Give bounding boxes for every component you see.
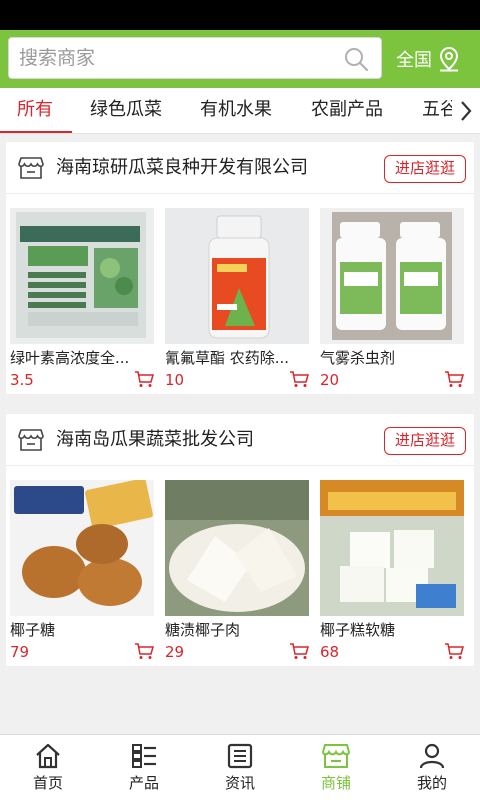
list-icon — [132, 744, 156, 768]
cart-icon[interactable] — [134, 370, 154, 388]
product-image[interactable] — [165, 208, 309, 344]
cart-icon[interactable] — [134, 642, 154, 660]
user-icon — [419, 743, 445, 769]
cart-icon[interactable] — [444, 370, 464, 388]
product-image[interactable] — [10, 480, 154, 616]
nav-profile[interactable]: 我的 — [384, 735, 480, 800]
shop-header: 海南岛瓜果蔬菜批发公司 进店逛逛 — [6, 414, 474, 466]
region-label: 全国 — [396, 50, 432, 71]
shop-card: 海南岛瓜果蔬菜批发公司 进店逛逛 椰子糖 79 糖渍椰子肉 29 椰子糕软糖 6… — [6, 414, 474, 666]
shop-card: 海南琼研瓜菜良种开发有限公司 进店逛逛 绿叶素高浓度全... 3.5 氰氟草酯 … — [6, 142, 474, 394]
top-bar: 全国 — [0, 30, 480, 88]
product-name: 绿叶素高浓度全... — [10, 349, 130, 367]
product-name: 椰子糖 — [10, 621, 56, 639]
bottom-nav: 首页 产品 资讯 商铺 我的 — [0, 734, 480, 800]
tab-green-vegetables[interactable]: 绿色瓜菜 — [90, 88, 162, 133]
search-input[interactable] — [19, 38, 319, 78]
nav-profile-label: 我的 — [416, 774, 447, 792]
shop-name[interactable]: 海南岛瓜果蔬菜批发公司 — [56, 414, 254, 466]
shop-header: 海南琼研瓜菜良种开发有限公司 进店逛逛 — [6, 142, 474, 194]
product-card[interactable]: 椰子糕软糖 68 — [320, 480, 466, 662]
chevron-right-icon — [461, 101, 472, 121]
product-card[interactable]: 糖渍椰子肉 29 — [165, 480, 311, 662]
store-icon — [18, 157, 44, 179]
nav-stores[interactable]: 商铺 — [288, 735, 384, 800]
tab-all[interactable]: 所有 — [17, 88, 53, 133]
active-tab-indicator — [0, 131, 72, 133]
product-row: 椰子糖 79 糖渍椰子肉 29 椰子糕软糖 68 — [6, 466, 474, 666]
product-card[interactable]: 椰子糖 79 — [10, 480, 156, 662]
search-box[interactable] — [8, 37, 382, 79]
visit-shop-button[interactable]: 进店逛逛 — [384, 155, 466, 183]
region-selector[interactable]: 全国 — [396, 42, 460, 76]
nav-home-label: 首页 — [32, 774, 63, 792]
nav-stores-label: 商铺 — [320, 774, 351, 792]
nav-news[interactable]: 资讯 — [192, 735, 288, 800]
product-row: 绿叶素高浓度全... 3.5 氰氟草酯 农药除... 10 气雾杀虫剂 20 — [6, 194, 474, 394]
search-icon[interactable] — [343, 46, 369, 72]
product-card[interactable]: 绿叶素高浓度全... 3.5 — [10, 208, 156, 390]
cart-icon[interactable] — [289, 642, 309, 660]
product-image[interactable] — [10, 208, 154, 344]
tabs-scroll-button[interactable] — [452, 88, 480, 133]
product-name: 糖渍椰子肉 — [165, 621, 241, 639]
visit-shop-button[interactable]: 进店逛逛 — [384, 427, 466, 455]
cart-icon[interactable] — [289, 370, 309, 388]
location-pin-icon — [439, 46, 459, 72]
product-image[interactable] — [320, 480, 464, 616]
product-image[interactable] — [165, 480, 309, 616]
nav-products[interactable]: 产品 — [96, 735, 192, 800]
shop-name[interactable]: 海南琼研瓜菜良种开发有限公司 — [56, 142, 308, 194]
cart-icon[interactable] — [444, 642, 464, 660]
tab-organic-fruit[interactable]: 有机水果 — [200, 88, 272, 133]
category-tabs: 所有 绿色瓜菜 有机水果 农副产品 五谷 — [0, 88, 480, 134]
nav-home[interactable]: 首页 — [0, 735, 96, 800]
store-icon — [18, 429, 44, 451]
news-icon — [227, 743, 253, 769]
home-icon — [36, 743, 60, 769]
product-card[interactable]: 氰氟草酯 农药除... 10 — [165, 208, 311, 390]
product-name: 氰氟草酯 农药除... — [165, 349, 290, 367]
store-icon — [322, 744, 350, 768]
product-image[interactable] — [320, 208, 464, 344]
product-name: 椰子糕软糖 — [320, 621, 396, 639]
status-bar — [0, 0, 480, 30]
nav-products-label: 产品 — [128, 774, 159, 792]
product-card[interactable]: 气雾杀虫剂 20 — [320, 208, 466, 390]
tab-farm-products[interactable]: 农副产品 — [311, 88, 383, 133]
product-name: 气雾杀虫剂 — [320, 349, 396, 367]
nav-news-label: 资讯 — [224, 774, 255, 792]
